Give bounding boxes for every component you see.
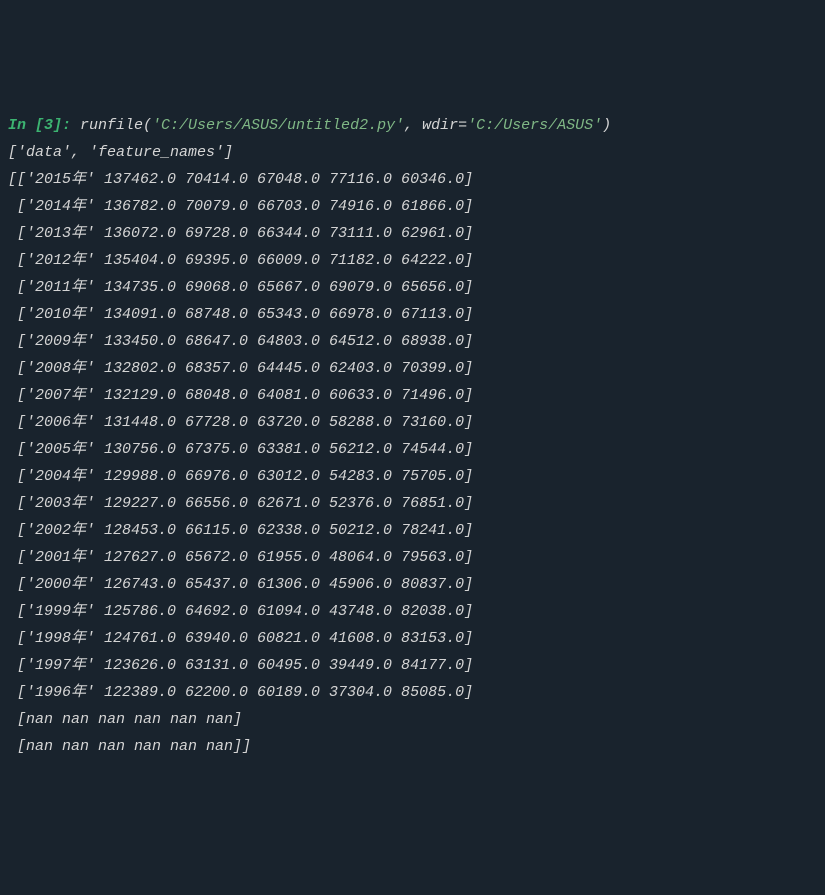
output-row: ['2001年' 127627.0 65672.0 61955.0 48064.… bbox=[8, 544, 817, 571]
output-rows: [['2015年' 137462.0 70414.0 67048.0 77116… bbox=[8, 166, 817, 760]
output-row: ['2009年' 133450.0 68647.0 64803.0 64512.… bbox=[8, 328, 817, 355]
output-row: ['2004年' 129988.0 66976.0 63012.0 54283.… bbox=[8, 463, 817, 490]
output-row: ['2003年' 129227.0 66556.0 62671.0 52376.… bbox=[8, 490, 817, 517]
prompt-label: In [3]: bbox=[8, 117, 80, 134]
output-row: ['2013年' 136072.0 69728.0 66344.0 73111.… bbox=[8, 220, 817, 247]
output-row: ['2007年' 132129.0 68048.0 64081.0 60633.… bbox=[8, 382, 817, 409]
console-output: In [3]: runfile('C:/Users/ASUS/untitled2… bbox=[8, 112, 817, 760]
output-row: ['1998年' 124761.0 63940.0 60821.0 41608.… bbox=[8, 625, 817, 652]
output-row: ['1997年' 123626.0 63131.0 60495.0 39449.… bbox=[8, 652, 817, 679]
arg1-string: 'C:/Users/ASUS/untitled2.py' bbox=[152, 117, 404, 134]
output-row: ['2008年' 132802.0 68357.0 64445.0 62403.… bbox=[8, 355, 817, 382]
output-header: ['data', 'feature_names'] bbox=[8, 139, 817, 166]
input-line[interactable]: In [3]: runfile('C:/Users/ASUS/untitled2… bbox=[8, 112, 817, 139]
output-row: ['2012年' 135404.0 69395.0 66009.0 71182.… bbox=[8, 247, 817, 274]
output-row: ['2000年' 126743.0 65437.0 61306.0 45906.… bbox=[8, 571, 817, 598]
close-paren: ) bbox=[602, 117, 611, 134]
output-row: ['2011年' 134735.0 69068.0 65667.0 69079.… bbox=[8, 274, 817, 301]
output-row: ['2002年' 128453.0 66115.0 62338.0 50212.… bbox=[8, 517, 817, 544]
command-text: runfile( bbox=[80, 117, 152, 134]
output-row: [['2015年' 137462.0 70414.0 67048.0 77116… bbox=[8, 166, 817, 193]
sep-text: , wdir= bbox=[404, 117, 467, 134]
output-row: ['2005年' 130756.0 67375.0 63381.0 56212.… bbox=[8, 436, 817, 463]
output-row: ['1996年' 122389.0 62200.0 60189.0 37304.… bbox=[8, 679, 817, 706]
output-row: ['2014年' 136782.0 70079.0 66703.0 74916.… bbox=[8, 193, 817, 220]
output-row: [nan nan nan nan nan nan]] bbox=[8, 733, 817, 760]
arg2-string: 'C:/Users/ASUS' bbox=[467, 117, 602, 134]
output-row: ['1999年' 125786.0 64692.0 61094.0 43748.… bbox=[8, 598, 817, 625]
output-row: [nan nan nan nan nan nan] bbox=[8, 706, 817, 733]
output-row: ['2010年' 134091.0 68748.0 65343.0 66978.… bbox=[8, 301, 817, 328]
output-row: ['2006年' 131448.0 67728.0 63720.0 58288.… bbox=[8, 409, 817, 436]
